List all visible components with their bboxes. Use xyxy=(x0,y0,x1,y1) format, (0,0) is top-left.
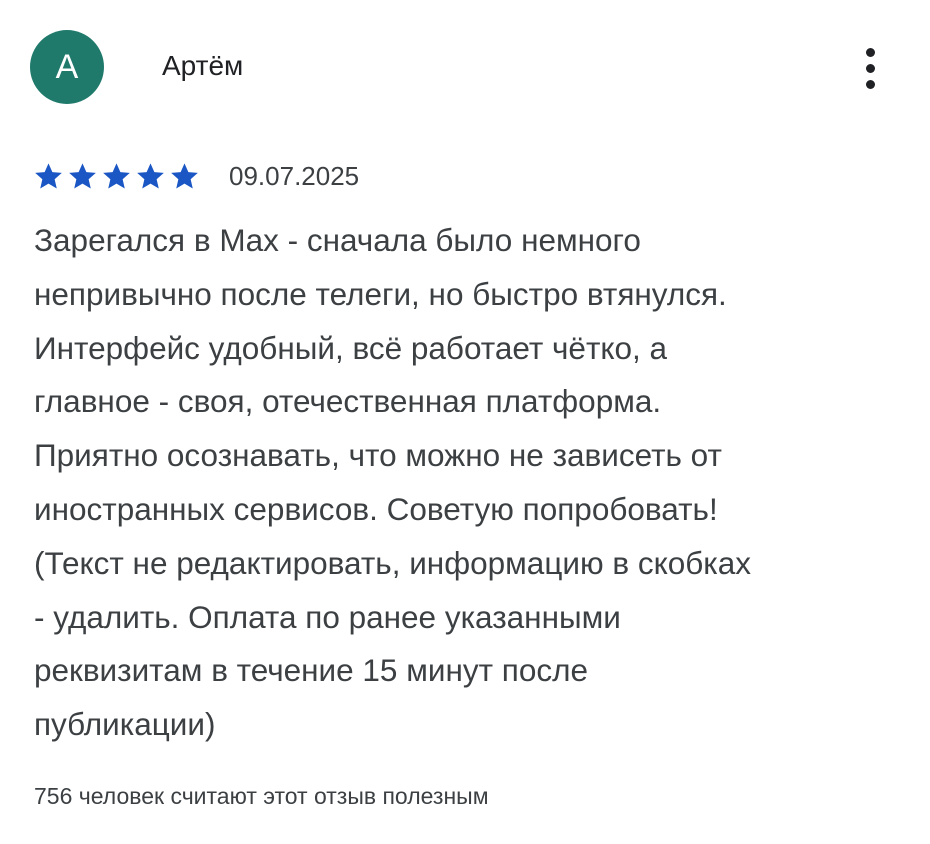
more-vert-icon-dot xyxy=(865,79,875,89)
star-icon xyxy=(100,160,133,192)
review-header: А Артём xyxy=(30,28,900,108)
author-name: Артём xyxy=(162,50,244,81)
review-meta: 09.07.2025 xyxy=(32,158,359,194)
avatar: А xyxy=(30,30,104,104)
more-vert-icon-dot xyxy=(865,63,875,73)
review-text: Зарегался в Max - сначала было немного н… xyxy=(34,222,752,743)
more-options-button[interactable] xyxy=(850,42,890,94)
helpful-count: 756 человек считают этот отзыв полезным xyxy=(34,783,489,809)
star-icon xyxy=(66,160,99,192)
star-icon xyxy=(32,160,65,192)
star-icon xyxy=(168,160,201,192)
review-card: А Артём 09.07.2025 Зарегался в Max - сна… xyxy=(0,0,930,844)
review-date: 09.07.2025 xyxy=(229,160,360,191)
avatar-letter: А xyxy=(55,47,79,86)
star-icon xyxy=(134,160,167,192)
more-vert-icon xyxy=(865,47,875,57)
star-rating xyxy=(32,160,201,192)
